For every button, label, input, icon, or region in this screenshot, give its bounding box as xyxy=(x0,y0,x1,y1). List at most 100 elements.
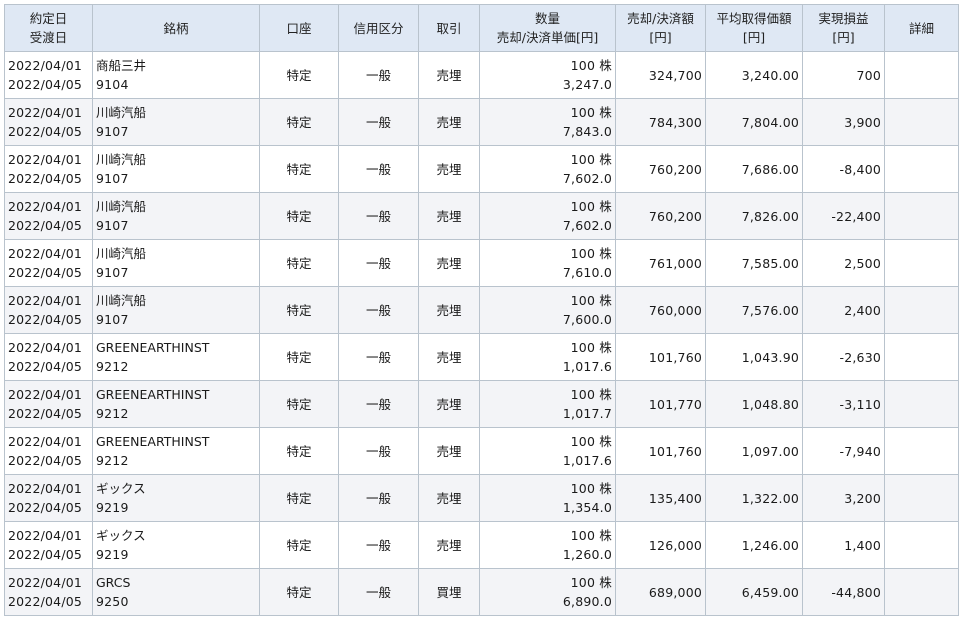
avg-cost-cell: 1,048.80 xyxy=(705,380,803,428)
credit-type-cell: 一般 xyxy=(338,145,419,193)
settle-date: 2022/04/05 xyxy=(8,406,83,421)
col-header-avg-cost-line2: [円] xyxy=(742,30,766,45)
amount-cell: 101,760 xyxy=(615,333,706,381)
detail-cell xyxy=(884,427,959,475)
account-cell: 特定 xyxy=(259,51,339,99)
detail-cell xyxy=(884,239,959,287)
name-cell: 川崎汽船 9107 xyxy=(92,286,260,334)
stock-name: GREENEARTHINST xyxy=(96,340,210,355)
col-header-amount: 売却/決済額 [円] xyxy=(615,4,706,52)
stock-code: 9107 xyxy=(96,171,129,186)
name-cell: 川崎汽船 9107 xyxy=(92,145,260,193)
stock-name: GRCS xyxy=(96,575,131,590)
trade-date: 2022/04/01 xyxy=(8,246,83,261)
amount-cell: 760,200 xyxy=(615,192,706,240)
unit-price: 7,602.0 xyxy=(562,171,612,186)
settle-date: 2022/04/05 xyxy=(8,171,83,186)
avg-cost-cell: 7,826.00 xyxy=(705,192,803,240)
col-header-avg-cost: 平均取得価額 [円] xyxy=(705,4,803,52)
account-cell: 特定 xyxy=(259,568,339,616)
col-header-settle-date: 受渡日 xyxy=(29,30,68,45)
quantity: 100 株 xyxy=(570,434,612,449)
qty-cell: 100 株 1,017.7 xyxy=(479,380,616,428)
date-cell: 2022/04/01 2022/04/05 xyxy=(4,192,93,240)
settle-date: 2022/04/05 xyxy=(8,312,83,327)
date-cell: 2022/04/01 2022/04/05 xyxy=(4,145,93,193)
stock-code: 9212 xyxy=(96,406,129,421)
date-cell: 2022/04/01 2022/04/05 xyxy=(4,427,93,475)
name-cell: 川崎汽船 9107 xyxy=(92,239,260,287)
quantity: 100 株 xyxy=(570,58,612,73)
name-cell: 川崎汽船 9107 xyxy=(92,192,260,240)
date-cell: 2022/04/01 2022/04/05 xyxy=(4,51,93,99)
table-row: 2022/04/01 2022/04/05 川崎汽船 9107 特定 一般 売埋… xyxy=(4,286,959,334)
credit-type-cell: 一般 xyxy=(338,568,419,616)
qty-cell: 100 株 6,890.0 xyxy=(479,568,616,616)
trade-cell: 売埋 xyxy=(418,286,480,334)
amount-cell: 324,700 xyxy=(615,51,706,99)
quantity: 100 株 xyxy=(570,528,612,543)
table-row: 2022/04/01 2022/04/05 川崎汽船 9107 特定 一般 売埋… xyxy=(4,145,959,193)
col-header-amount-line1: 売却/決済額 xyxy=(627,11,694,26)
trade-date: 2022/04/01 xyxy=(8,152,83,167)
trade-date: 2022/04/01 xyxy=(8,434,83,449)
detail-cell xyxy=(884,192,959,240)
trade-date: 2022/04/01 xyxy=(8,340,83,355)
trade-date: 2022/04/01 xyxy=(8,387,83,402)
table-row: 2022/04/01 2022/04/05 川崎汽船 9107 特定 一般 売埋… xyxy=(4,98,959,146)
account-cell: 特定 xyxy=(259,427,339,475)
date-cell: 2022/04/01 2022/04/05 xyxy=(4,333,93,381)
account-cell: 特定 xyxy=(259,145,339,193)
qty-cell: 100 株 7,610.0 xyxy=(479,239,616,287)
col-header-account: 口座 xyxy=(259,4,339,52)
qty-cell: 100 株 3,247.0 xyxy=(479,51,616,99)
col-header-date: 約定日 受渡日 xyxy=(4,4,93,52)
name-cell: ギックス 9219 xyxy=(92,521,260,569)
name-cell: GREENEARTHINST 9212 xyxy=(92,427,260,475)
unit-price: 1,017.7 xyxy=(562,406,612,421)
pnl-cell: 3,900 xyxy=(802,98,885,146)
avg-cost-cell: 6,459.00 xyxy=(705,568,803,616)
stock-code: 9212 xyxy=(96,453,129,468)
credit-type-cell: 一般 xyxy=(338,380,419,428)
trade-cell: 売埋 xyxy=(418,239,480,287)
unit-price: 1,260.0 xyxy=(562,547,612,562)
account-cell: 特定 xyxy=(259,98,339,146)
avg-cost-cell: 7,576.00 xyxy=(705,286,803,334)
trade-history-table: 約定日 受渡日 銘柄 口座 信用区分 取引 数量 売却/決済単価[円] 売却/決… xyxy=(4,4,959,616)
detail-cell xyxy=(884,521,959,569)
pnl-cell: -7,940 xyxy=(802,427,885,475)
name-cell: 川崎汽船 9107 xyxy=(92,98,260,146)
detail-cell xyxy=(884,51,959,99)
pnl-cell: 2,400 xyxy=(802,286,885,334)
pnl-cell: -2,630 xyxy=(802,333,885,381)
table-header: 約定日 受渡日 銘柄 口座 信用区分 取引 数量 売却/決済単価[円] 売却/決… xyxy=(4,4,959,52)
account-cell: 特定 xyxy=(259,474,339,522)
pnl-cell: -8,400 xyxy=(802,145,885,193)
trade-cell: 売埋 xyxy=(418,145,480,193)
name-cell: 商船三井 9104 xyxy=(92,51,260,99)
quantity: 100 株 xyxy=(570,340,612,355)
detail-cell xyxy=(884,145,959,193)
amount-cell: 135,400 xyxy=(615,474,706,522)
date-cell: 2022/04/01 2022/04/05 xyxy=(4,239,93,287)
qty-cell: 100 株 1,354.0 xyxy=(479,474,616,522)
avg-cost-cell: 1,043.90 xyxy=(705,333,803,381)
stock-code: 9104 xyxy=(96,77,129,92)
trade-cell: 売埋 xyxy=(418,333,480,381)
avg-cost-cell: 1,322.00 xyxy=(705,474,803,522)
detail-cell xyxy=(884,474,959,522)
qty-cell: 100 株 7,843.0 xyxy=(479,98,616,146)
quantity: 100 株 xyxy=(570,105,612,120)
quantity: 100 株 xyxy=(570,293,612,308)
unit-price: 1,354.0 xyxy=(562,500,612,515)
quantity: 100 株 xyxy=(570,246,612,261)
qty-cell: 100 株 7,600.0 xyxy=(479,286,616,334)
qty-cell: 100 株 7,602.0 xyxy=(479,192,616,240)
detail-cell xyxy=(884,286,959,334)
pnl-cell: 1,400 xyxy=(802,521,885,569)
amount-cell: 101,770 xyxy=(615,380,706,428)
qty-cell: 100 株 1,017.6 xyxy=(479,333,616,381)
qty-cell: 100 株 7,602.0 xyxy=(479,145,616,193)
stock-name: 川崎汽船 xyxy=(96,293,147,308)
